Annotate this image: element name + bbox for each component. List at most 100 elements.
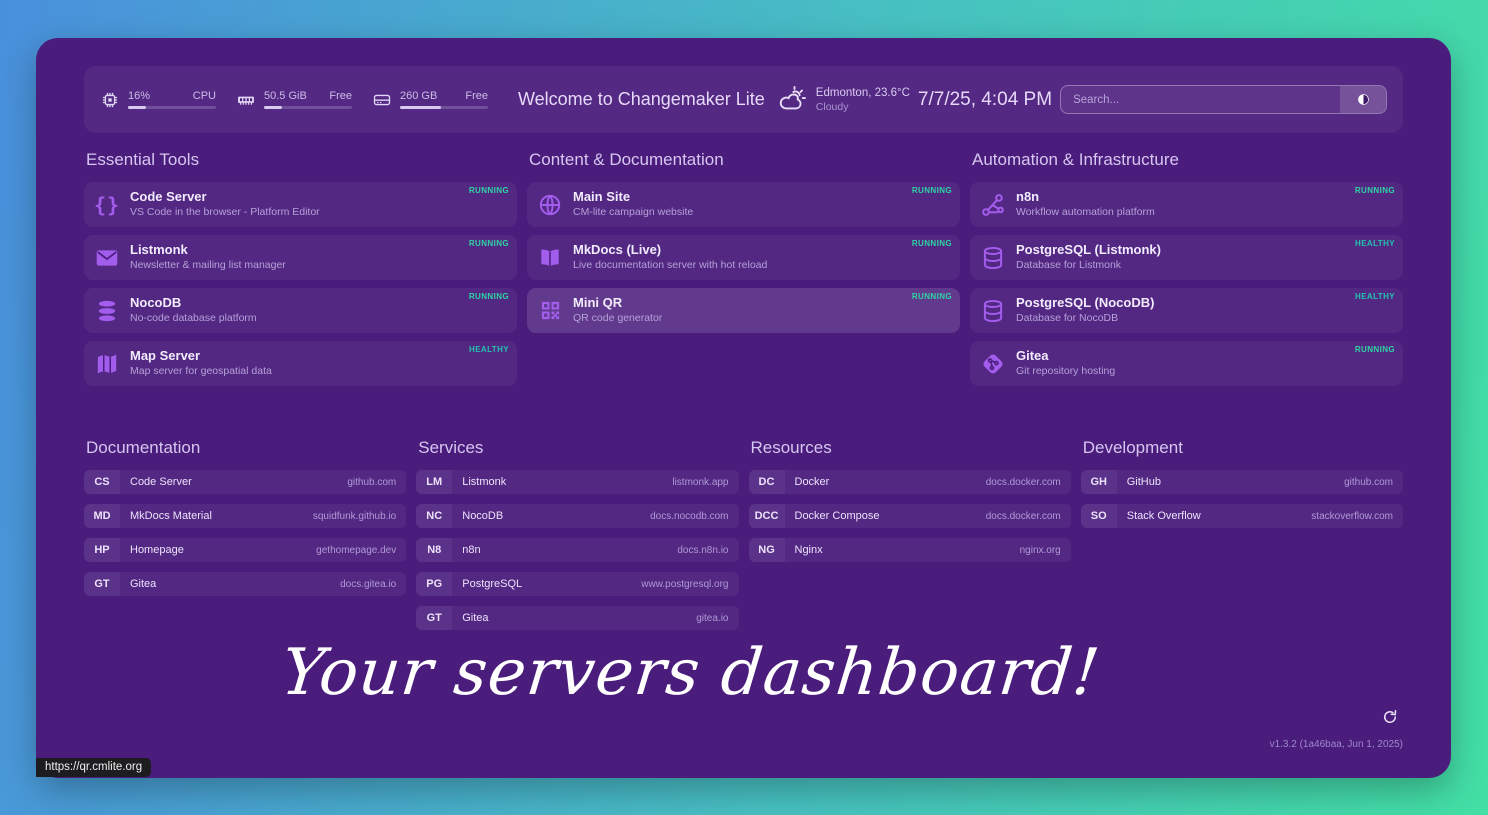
service-card-text: Mini QRQR code generator (573, 295, 662, 325)
search-provider-button[interactable] (1340, 86, 1386, 113)
bookmark-name: Listmonk (462, 476, 506, 488)
page-title: Welcome to Changemaker Lite (518, 89, 765, 110)
status-badge: HEALTHY (1355, 239, 1395, 248)
service-card-map-server[interactable]: Map ServerMap server for geospatial data… (84, 341, 517, 386)
cpu-icon (100, 90, 120, 110)
status-badge: HEALTHY (1355, 292, 1395, 301)
cloud-sun-icon (777, 85, 807, 115)
service-description: Database for Listmonk (1016, 259, 1161, 272)
service-card-mkdocs-live[interactable]: MkDocs (Live)Live documentation server w… (527, 235, 960, 280)
bookmark-name: NocoDB (462, 510, 503, 522)
stat-block: 50.5 GiB Free (264, 90, 352, 109)
stat-text: 260 GBFree (400, 90, 488, 102)
qr-code-icon (527, 299, 573, 322)
stat-label: CPU (193, 90, 216, 102)
refresh-button[interactable] (1381, 708, 1399, 726)
service-card-text: PostgreSQL (NocoDB)Database for NocoDB (1016, 295, 1154, 325)
section-title: Services (418, 438, 738, 458)
stat-text: 50.5 GiB Free (264, 90, 352, 102)
bookmark-domain: gitea.io (696, 613, 738, 624)
service-card-postgresql-nocodb[interactable]: PostgreSQL (NocoDB)Database for NocoDB HE… (970, 288, 1403, 333)
service-description: QR code generator (573, 312, 662, 325)
disk-icon (372, 90, 392, 110)
bookmark-nginx[interactable]: NGNginxnginx.org (749, 538, 1071, 562)
bookmark-name: MkDocs Material (130, 510, 212, 522)
bookmark-domain: docs.docker.com (986, 477, 1071, 488)
bookmark-domain: www.postgresql.org (641, 579, 738, 590)
bookmark-name: Docker Compose (795, 510, 880, 522)
stat-disk: 260 GBFree (372, 90, 488, 110)
service-card-text: NocoDBNo-code database platform (130, 295, 257, 325)
service-card-gitea[interactable]: GiteaGit repository hostingRUNNING (970, 341, 1403, 386)
service-description: Live documentation server with hot reloa… (573, 259, 767, 272)
stat-progress-track (264, 106, 352, 109)
service-description: VS Code in the browser - Platform Editor (130, 206, 320, 219)
bookmark-group-development: Development GHGitHubgithub.com SO Stack Ove… (1081, 438, 1403, 640)
service-name: n8n (1016, 189, 1155, 206)
search-input[interactable] (1061, 86, 1340, 113)
section-title: Documentation (86, 438, 406, 458)
stat-value: 16% (128, 90, 150, 102)
bookmark-group-documentation: Documentation CSCode Servergithub.com MDMk… (84, 438, 406, 640)
bookmark-mkdocs-material[interactable]: MDMkDocs Materialsquidfunk.github.io (84, 504, 406, 528)
section-title: Development (1083, 438, 1403, 458)
bookmark-nocodb[interactable]: NCNocoDBdocs.nocodb.com (416, 504, 738, 528)
service-card-text: Code ServerVS Code in the browser - Plat… (130, 189, 320, 219)
bookmark-listmonk[interactable]: LMListmonklistmonk.app (416, 470, 738, 494)
service-description: Map server for geospatial data (130, 365, 272, 378)
bookmark-docker-compose[interactable]: DCCDocker Composedocs.docker.com (749, 504, 1071, 528)
bookmark-abbr: GT (416, 606, 452, 630)
stat-value: 50.5 GiB (264, 90, 307, 102)
database-icon (84, 298, 130, 324)
bookmark-abbr: SO (1081, 504, 1117, 528)
status-badge: RUNNING (1355, 345, 1395, 354)
bookmark-postgresql[interactable]: PGPostgreSQLwww.postgresql.org (416, 572, 738, 596)
bookmark-github[interactable]: GHGitHubgithub.com (1081, 470, 1403, 494)
bookmark-name: Stack Overflow (1127, 510, 1201, 522)
service-card-text: Main SiteCM-lite campaign website (573, 189, 693, 219)
service-name: Listmonk (130, 242, 286, 259)
section-title: Resources (751, 438, 1071, 458)
weather-location: Edmonton, 23.6°C (816, 86, 910, 101)
bookmark-docker[interactable]: DCDockerdocs.docker.com (749, 470, 1071, 494)
section-title: Content & Documentation (529, 150, 960, 170)
bookmark-name: PostgreSQL (462, 578, 522, 590)
stat-label: Free (329, 90, 352, 102)
service-name: PostgreSQL (Listmonk) (1016, 242, 1161, 259)
service-name: Gitea (1016, 348, 1115, 365)
service-card-text: Map ServerMap server for geospatial data (130, 348, 272, 378)
service-card-listmonk[interactable]: ListmonkNewsletter & mailing list manage… (84, 235, 517, 280)
bookmark-stack-overflow[interactable]: SOStack Overflowstackoverflow.com (1081, 504, 1403, 528)
bookmark-groups: Documentation CSCode Servergithub.com MDMk… (84, 438, 1403, 640)
database-outline-icon (970, 245, 1016, 271)
service-description: No-code database platform (130, 312, 257, 325)
bookmark-code-server[interactable]: CSCode Servergithub.com (84, 470, 406, 494)
service-description: Newsletter & mailing list manager (130, 259, 286, 272)
section-title: Essential Tools (86, 150, 517, 170)
service-card-nocodb[interactable]: NocoDBNo-code database platformRUNNING (84, 288, 517, 333)
service-card-mini-qr[interactable]: Mini QRQR code generatorRUNNING (527, 288, 960, 333)
service-card-text: MkDocs (Live)Live documentation server w… (573, 242, 767, 272)
bookmark-n8n[interactable]: N8n8ndocs.n8n.io (416, 538, 738, 562)
service-card-postgresql-listmonk[interactable]: PostgreSQL (Listmonk)Database for Listmo… (970, 235, 1403, 280)
status-badge: RUNNING (469, 239, 509, 248)
bookmark-abbr: DC (749, 470, 785, 494)
bookmark-homepage[interactable]: HPHomepagegethomepage.dev (84, 538, 406, 562)
code-braces-icon: {} (84, 193, 130, 217)
service-group-content-documentation: Content & Documentation Main SiteCM-lite … (527, 150, 960, 394)
service-card-n8n[interactable]: n8nWorkflow automation platformRUNNING (970, 182, 1403, 227)
bookmark-abbr: LM (416, 470, 452, 494)
duckduckgo-icon (1356, 92, 1371, 107)
dashboard-message: Your servers dashboard! (0, 636, 1398, 710)
service-group-essential-tools: Essential Tools {}Code ServerVS Code in t… (84, 150, 517, 394)
bookmark-gitea[interactable]: GTGiteadocs.gitea.io (84, 572, 406, 596)
bookmark-gitea[interactable]: GTGiteagitea.io (416, 606, 738, 630)
book-open-icon (527, 245, 573, 271)
service-card-main-site[interactable]: Main SiteCM-lite campaign websiteRUNNING (527, 182, 960, 227)
service-card-code-server[interactable]: {}Code ServerVS Code in the browser - Pl… (84, 182, 517, 227)
service-name: PostgreSQL (NocoDB) (1016, 295, 1154, 312)
service-card-text: ListmonkNewsletter & mailing list manage… (130, 242, 286, 272)
link-url-tooltip: https://qr.cmlite.org (36, 758, 151, 777)
weather-condition: Cloudy (816, 101, 910, 114)
stat-progress-track (128, 106, 216, 109)
